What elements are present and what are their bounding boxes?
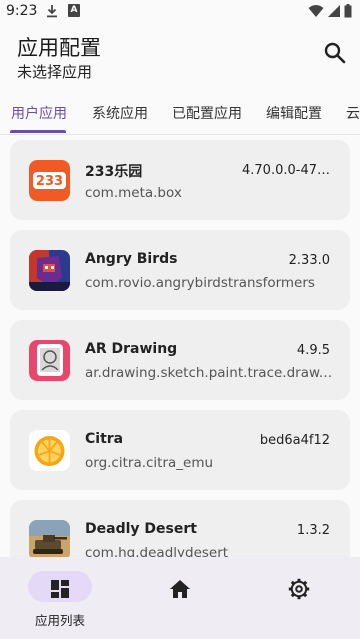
signal-icon xyxy=(328,5,340,17)
233-icon: 233 xyxy=(29,160,70,201)
home-icon xyxy=(170,580,190,598)
app-name: Angry Birds xyxy=(85,251,178,267)
deadly-desert-icon xyxy=(29,520,70,558)
app-list: 233 233乐园 com.meta.box 4.70.0.0-47… Angr… xyxy=(0,138,360,558)
app-version: 2.33.0 xyxy=(288,253,330,268)
tab-user-apps[interactable]: 用户应用 xyxy=(11,103,67,123)
app-package: com.rovio.angrybirdstransformers xyxy=(85,275,315,291)
app-version: bed6a4f12 xyxy=(259,433,330,448)
app-package: com.meta.box xyxy=(85,185,182,201)
download-icon xyxy=(47,5,57,18)
nav-home[interactable] xyxy=(120,557,240,639)
svg-text:233: 233 xyxy=(36,174,63,189)
ar-drawing-icon xyxy=(29,340,70,381)
app-card[interactable]: AR Drawing ar.drawing.sketch.paint.trace… xyxy=(10,320,350,400)
nav-label: 应用列表 xyxy=(34,613,85,628)
wifi-icon xyxy=(308,5,324,17)
app-version: 4.9.5 xyxy=(296,343,330,358)
bottom-navigation: 应用列表 xyxy=(0,557,360,639)
search-icon[interactable] xyxy=(322,40,348,66)
app-package: org.citra.citra_emu xyxy=(85,455,214,471)
app-bar: 应用配置 未选择应用 xyxy=(0,24,360,90)
app-card[interactable]: 233 233乐园 com.meta.box 4.70.0.0-47… xyxy=(10,140,350,220)
app-name: AR Drawing xyxy=(85,341,178,357)
tab-system-apps[interactable]: 系统应用 xyxy=(92,103,148,123)
app-card[interactable]: Deadly Desert com.hg.deadlydesert 1.3.2 xyxy=(10,500,350,558)
tab-indicator xyxy=(10,130,66,133)
app-card[interactable]: Citra org.citra.citra_emu bed6a4f12 xyxy=(10,410,350,490)
grid-icon xyxy=(51,580,69,598)
angry-birds-icon xyxy=(29,250,70,291)
page-title: 应用配置 xyxy=(17,36,101,60)
status-bar: 9:23 A xyxy=(0,0,360,24)
status-time: 9:23 xyxy=(6,3,38,19)
battery-icon xyxy=(344,4,352,18)
tab-bar: 用户应用 系统应用 已配置应用 编辑配置 云 xyxy=(0,92,360,135)
tab-cloud[interactable]: 云 xyxy=(346,103,360,123)
nav-app-list[interactable]: 应用列表 xyxy=(0,557,120,639)
app-card[interactable]: Angry Birds com.rovio.angrybirdstransfor… xyxy=(10,230,350,310)
app-version: 4.70.0.0-47… xyxy=(242,163,330,178)
app-version: 1.3.2 xyxy=(296,523,330,538)
app-name: Citra xyxy=(85,431,124,447)
app-name: 233乐园 xyxy=(85,164,143,180)
app-name: Deadly Desert xyxy=(85,521,197,537)
page-subtitle: 未选择应用 xyxy=(17,63,93,81)
nav-settings[interactable] xyxy=(240,557,360,639)
app-package: ar.drawing.sketch.paint.trace.draw.pic… xyxy=(85,365,335,381)
citra-icon xyxy=(29,430,70,471)
notification-a-icon: A xyxy=(68,4,80,17)
tab-edit-config[interactable]: 编辑配置 xyxy=(266,103,322,123)
gear-icon xyxy=(288,578,310,600)
tab-configured-apps[interactable]: 已配置应用 xyxy=(172,103,242,123)
